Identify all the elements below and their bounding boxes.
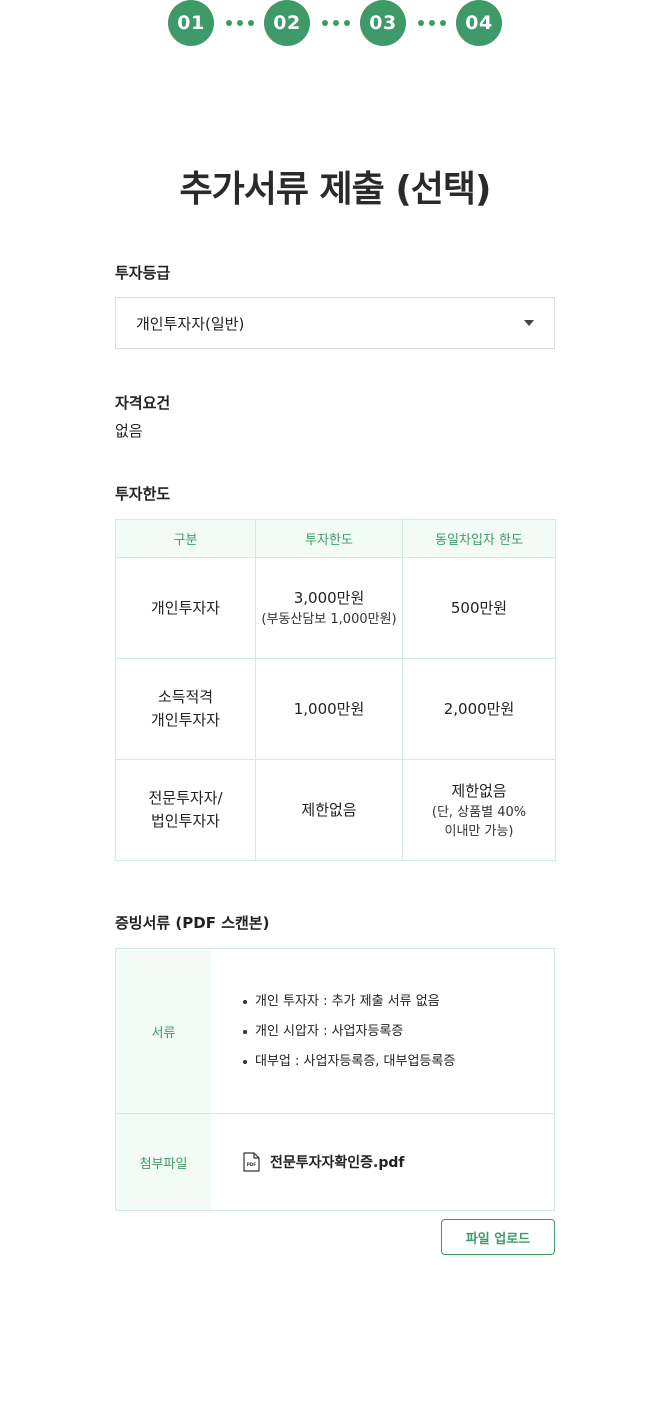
- grade-select-value: 개인투자자(일반): [136, 314, 245, 333]
- borrower-note: (단, 상품별 40% 이내만 가능): [431, 804, 527, 839]
- step-3: 03: [360, 0, 406, 46]
- file-upload-button[interactable]: 파일 업로드: [441, 1219, 555, 1255]
- step-2: 02: [264, 0, 310, 46]
- page-title: 추가서류 제출 (선택): [179, 169, 492, 210]
- borrower-limit-cell: 2,000만원: [402, 658, 556, 760]
- table-row: 개인투자자 3,000만원 (부동산담보 1,000만원) 500만원: [115, 557, 556, 659]
- doc-list: 개인 투자자 : 추가 제출 서류 없음 개인 시압자 : 사업자등록증 대부업…: [243, 949, 554, 1113]
- pdf-file-icon: PDF: [243, 1152, 260, 1172]
- step-dots: [322, 20, 350, 26]
- step-indicator: 01 02 03 04: [0, 0, 670, 46]
- table-header-row: 구분 투자한도 동일차입자 한도: [115, 519, 556, 558]
- column-header: 투자한도: [255, 519, 403, 558]
- investor-type-cell: 소득적격 개인투자자: [115, 658, 256, 760]
- requirements-value: 없음: [115, 422, 143, 440]
- limit-note: (부동산담보 1,000만원): [261, 612, 397, 627]
- attachment-row: 첨부파일 PDF 전문투자자확인증.pdf: [116, 1113, 554, 1210]
- step-dots: [226, 20, 254, 26]
- column-header: 동일차입자 한도: [402, 519, 556, 558]
- docs-head: 서류: [116, 949, 211, 1113]
- grade-label: 투자등급: [115, 264, 171, 282]
- list-item: 개인 투자자 : 추가 제출 서류 없음: [243, 987, 554, 1017]
- grade-select[interactable]: 개인투자자(일반): [115, 297, 555, 349]
- investor-type-cell: 개인투자자: [115, 557, 256, 659]
- limit-cell: 1,000만원: [255, 658, 403, 760]
- limit-cell: 제한없음: [255, 759, 403, 861]
- requirements-label: 자격요건: [115, 394, 171, 412]
- docs-label: 증빙서류 (PDF 스캔본): [115, 914, 270, 932]
- attached-file[interactable]: PDF 전문투자자확인증.pdf: [243, 1114, 554, 1210]
- attachment-head: 첨부파일: [116, 1114, 211, 1210]
- docs-row: 서류 개인 투자자 : 추가 제출 서류 없음 개인 시압자 : 사업자등록증 …: [116, 949, 554, 1113]
- limit-cell: 3,000만원 (부동산담보 1,000만원): [255, 557, 403, 659]
- borrower-limit-cell: 제한없음 (단, 상품별 40% 이내만 가능): [402, 759, 556, 861]
- step-4: 04: [456, 0, 502, 46]
- limits-label: 투자한도: [115, 485, 171, 503]
- step-1: 01: [168, 0, 214, 46]
- caret-down-icon: [524, 320, 534, 326]
- list-item: 대부업 : 사업자등록증, 대부업등록증: [243, 1047, 554, 1077]
- table-row: 소득적격 개인투자자 1,000만원 2,000만원: [115, 658, 556, 760]
- investor-type-cell: 전문투자자/법인투자자: [115, 759, 256, 861]
- file-name: 전문투자자확인증.pdf: [270, 1155, 405, 1171]
- step-dots: [418, 20, 446, 26]
- table-row: 전문투자자/법인투자자 제한없음 제한없음 (단, 상품별 40% 이내만 가능): [115, 759, 556, 861]
- borrower-limit-cell: 500만원: [402, 557, 556, 659]
- column-header: 구분: [115, 519, 256, 558]
- svg-text:PDF: PDF: [247, 1162, 257, 1167]
- docs-box: 서류 개인 투자자 : 추가 제출 서류 없음 개인 시압자 : 사업자등록증 …: [115, 948, 555, 1211]
- list-item: 개인 시압자 : 사업자등록증: [243, 1017, 554, 1047]
- limit-table: 구분 투자한도 동일차입자 한도 개인투자자 3,000만원 (부동산담보 1,…: [115, 519, 556, 861]
